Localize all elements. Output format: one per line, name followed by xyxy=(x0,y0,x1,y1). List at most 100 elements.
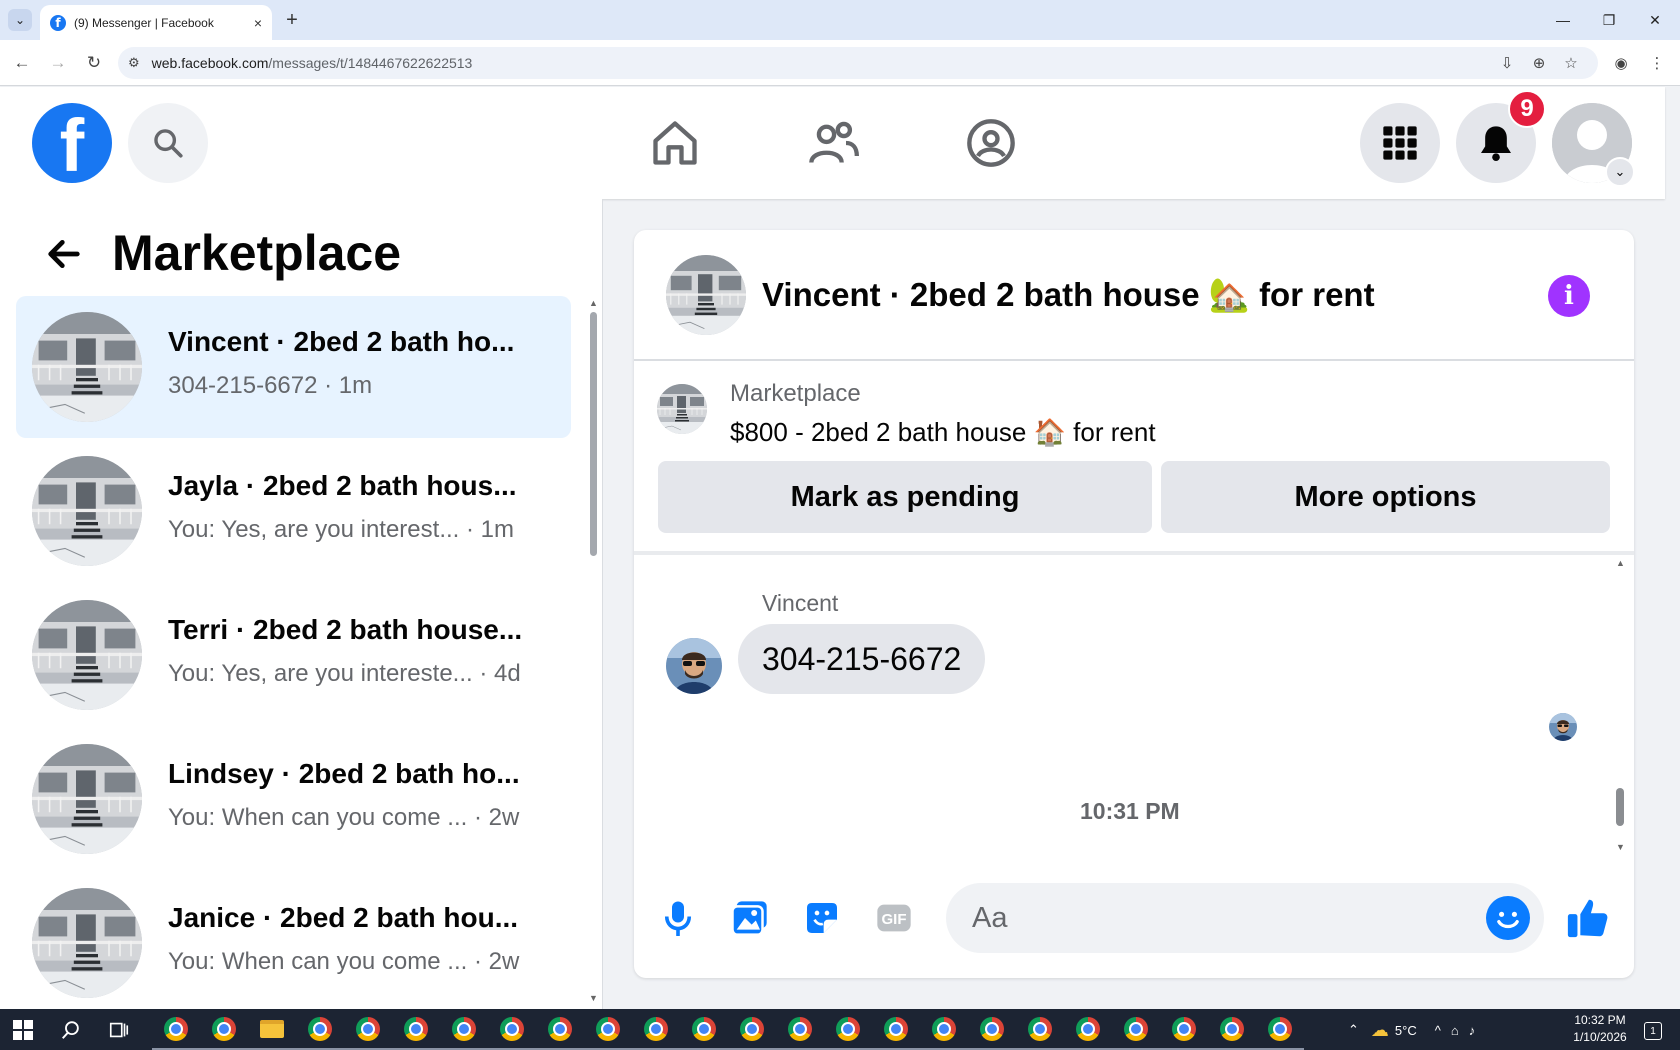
home-nav[interactable] xyxy=(640,108,710,178)
conversation-item[interactable]: Vincent · 2bed 2 bath ho... 304-215-6672 … xyxy=(16,296,571,438)
sidebar-scrollbar[interactable] xyxy=(590,312,597,556)
chrome-taskbar-button[interactable] xyxy=(680,1010,728,1050)
chrome-taskbar-button[interactable] xyxy=(1112,1010,1160,1050)
conversation-item[interactable]: Lindsey · 2bed 2 bath ho... You: When can… xyxy=(16,728,571,870)
emoji-icon[interactable] xyxy=(1486,896,1530,940)
chrome-taskbar-button[interactable] xyxy=(1064,1010,1112,1050)
message-input-box[interactable] xyxy=(946,883,1544,953)
forward-icon[interactable]: → xyxy=(44,49,72,77)
conversation-item[interactable]: Terri · 2bed 2 bath house... You: Yes, ar… xyxy=(16,584,571,726)
chrome-taskbar-button[interactable] xyxy=(440,1010,488,1050)
profile-icon[interactable]: ◉ xyxy=(1608,50,1634,76)
chat-listing-avatar[interactable] xyxy=(666,255,746,335)
weather-icon[interactable]: ☁ xyxy=(1371,1020,1389,1041)
taskbar-search-icon[interactable] xyxy=(56,1015,86,1045)
conversation-snippet: You: When can you come ... · 2w xyxy=(168,948,520,975)
close-window-icon[interactable]: ✕ xyxy=(1632,6,1678,34)
scroll-down-icon[interactable]: ▼ xyxy=(589,993,598,1003)
taskbar-clock[interactable]: 10:32 PM 1/10/2026 xyxy=(1560,1012,1640,1046)
chrome-taskbar-button[interactable] xyxy=(296,1010,344,1050)
chrome-taskbar-button[interactable] xyxy=(1016,1010,1064,1050)
groups-nav[interactable] xyxy=(956,108,1026,178)
mark-as-pending-button[interactable]: Mark as pending xyxy=(658,461,1152,533)
install-app-icon[interactable]: ⇩ xyxy=(1494,50,1520,76)
listing-thumbnail[interactable] xyxy=(657,384,707,434)
scroll-up-icon[interactable]: ▲ xyxy=(589,298,598,308)
message-timestamp: 10:31 PM xyxy=(1080,798,1180,824)
info-icon[interactable]: i xyxy=(1548,275,1590,317)
tab-title: (9) Messenger | Facebook xyxy=(74,15,214,30)
chrome-taskbar-button[interactable] xyxy=(392,1010,440,1050)
home-icon xyxy=(653,121,697,165)
chrome-taskbar-button[interactable] xyxy=(536,1010,584,1050)
more-options-button[interactable]: More options xyxy=(1161,461,1610,533)
friends-nav[interactable] xyxy=(798,108,868,178)
chat-scroll-down-icon[interactable]: ▼ xyxy=(1616,842,1625,852)
conversation-snippet: You: Yes, are you interest... · 1m xyxy=(168,516,514,543)
network-icon[interactable]: ⌂ xyxy=(1451,1023,1459,1038)
reload-icon[interactable]: ↻ xyxy=(80,49,108,77)
bookmark-star-icon[interactable]: ☆ xyxy=(1558,50,1584,76)
chrome-taskbar-button[interactable] xyxy=(776,1010,824,1050)
chat-scrollbar[interactable] xyxy=(1616,788,1624,826)
chrome-taskbar-button[interactable] xyxy=(488,1010,536,1050)
chat-title[interactable]: Vincent · 2bed 2 bath house 🏡 for rent xyxy=(762,276,1375,315)
microphone-icon[interactable] xyxy=(652,892,704,944)
tab-search-button[interactable]: ⌄ xyxy=(8,9,32,31)
chrome-taskbar-button[interactable] xyxy=(200,1010,248,1050)
thumbs-up-icon[interactable] xyxy=(1562,892,1614,944)
chrome-icon xyxy=(1172,1017,1196,1041)
chrome-taskbar-button[interactable] xyxy=(824,1010,872,1050)
volume-icon[interactable]: ♪ xyxy=(1469,1023,1476,1038)
conversation-item[interactable]: Janice · 2bed 2 bath hou... You: When can… xyxy=(16,872,571,1014)
chrome-taskbar-button[interactable] xyxy=(968,1010,1016,1050)
chevron-down-icon[interactable]: ⌄ xyxy=(1605,157,1635,187)
conversation-item[interactable]: Jayla · 2bed 2 bath hous... You: Yes, are… xyxy=(16,440,571,582)
windows-start-icon[interactable] xyxy=(8,1015,38,1045)
chrome-taskbar-button[interactable] xyxy=(920,1010,968,1050)
chrome-taskbar-button[interactable] xyxy=(728,1010,776,1050)
chrome-taskbar-button[interactable] xyxy=(1256,1010,1304,1050)
zoom-icon[interactable]: ⊕ xyxy=(1526,50,1552,76)
file-explorer-taskbar-button[interactable] xyxy=(248,1010,296,1050)
friends-icon xyxy=(809,121,859,164)
minimize-window-icon[interactable]: — xyxy=(1540,6,1586,34)
notification-center-icon[interactable]: 1 xyxy=(1644,1022,1662,1040)
message-bubble[interactable]: 304-215-6672 xyxy=(738,624,986,694)
chrome-taskbar-button[interactable] xyxy=(1160,1010,1208,1050)
sender-avatar[interactable] xyxy=(666,638,722,694)
chrome-taskbar-button[interactable] xyxy=(344,1010,392,1050)
chevron-up-icon[interactable]: ⌃ xyxy=(1348,1022,1359,1038)
task-view-icon[interactable] xyxy=(104,1015,134,1045)
sticker-icon[interactable] xyxy=(796,892,848,944)
restore-window-icon[interactable]: ❐ xyxy=(1586,6,1632,34)
chat-scroll-up-icon[interactable]: ▲ xyxy=(1616,558,1625,568)
message-input[interactable] xyxy=(972,901,1452,935)
chrome-taskbar-button[interactable] xyxy=(152,1010,200,1050)
chrome-icon xyxy=(1220,1017,1244,1041)
chrome-icon xyxy=(596,1017,620,1041)
photo-icon[interactable] xyxy=(724,892,776,944)
tab-close-icon[interactable]: × xyxy=(254,15,262,31)
menu-button[interactable] xyxy=(1360,103,1440,183)
address-bar[interactable]: ⚙ web.facebook.com/messages/t/1484467622… xyxy=(118,47,1598,79)
conversation-thumbnail xyxy=(32,600,142,710)
weather-temp[interactable]: 5°C xyxy=(1395,1023,1417,1038)
chrome-taskbar-button[interactable] xyxy=(1208,1010,1256,1050)
listing-title[interactable]: $800 - 2bed 2 bath house 🏠 for rent xyxy=(730,417,1156,448)
chrome-taskbar-button[interactable] xyxy=(632,1010,680,1050)
back-icon[interactable]: ← xyxy=(8,49,36,77)
search-button[interactable] xyxy=(128,103,208,183)
chrome-icon xyxy=(1028,1017,1052,1041)
back-arrow-icon[interactable] xyxy=(40,230,88,278)
chrome-taskbar-button[interactable] xyxy=(872,1010,920,1050)
chrome-taskbar-button[interactable] xyxy=(584,1010,632,1050)
new-tab-button[interactable]: + xyxy=(280,8,304,32)
gif-icon[interactable]: GIF xyxy=(868,892,920,944)
divider xyxy=(634,359,1634,361)
browser-menu-icon[interactable]: ⋮ xyxy=(1644,50,1670,76)
site-info-icon[interactable]: ⚙ xyxy=(128,55,140,71)
browser-tab-messenger[interactable]: f (9) Messenger | Facebook × xyxy=(40,5,272,40)
tray-overflow-icon[interactable]: ^ xyxy=(1435,1023,1441,1038)
facebook-logo[interactable]: f xyxy=(32,103,112,183)
